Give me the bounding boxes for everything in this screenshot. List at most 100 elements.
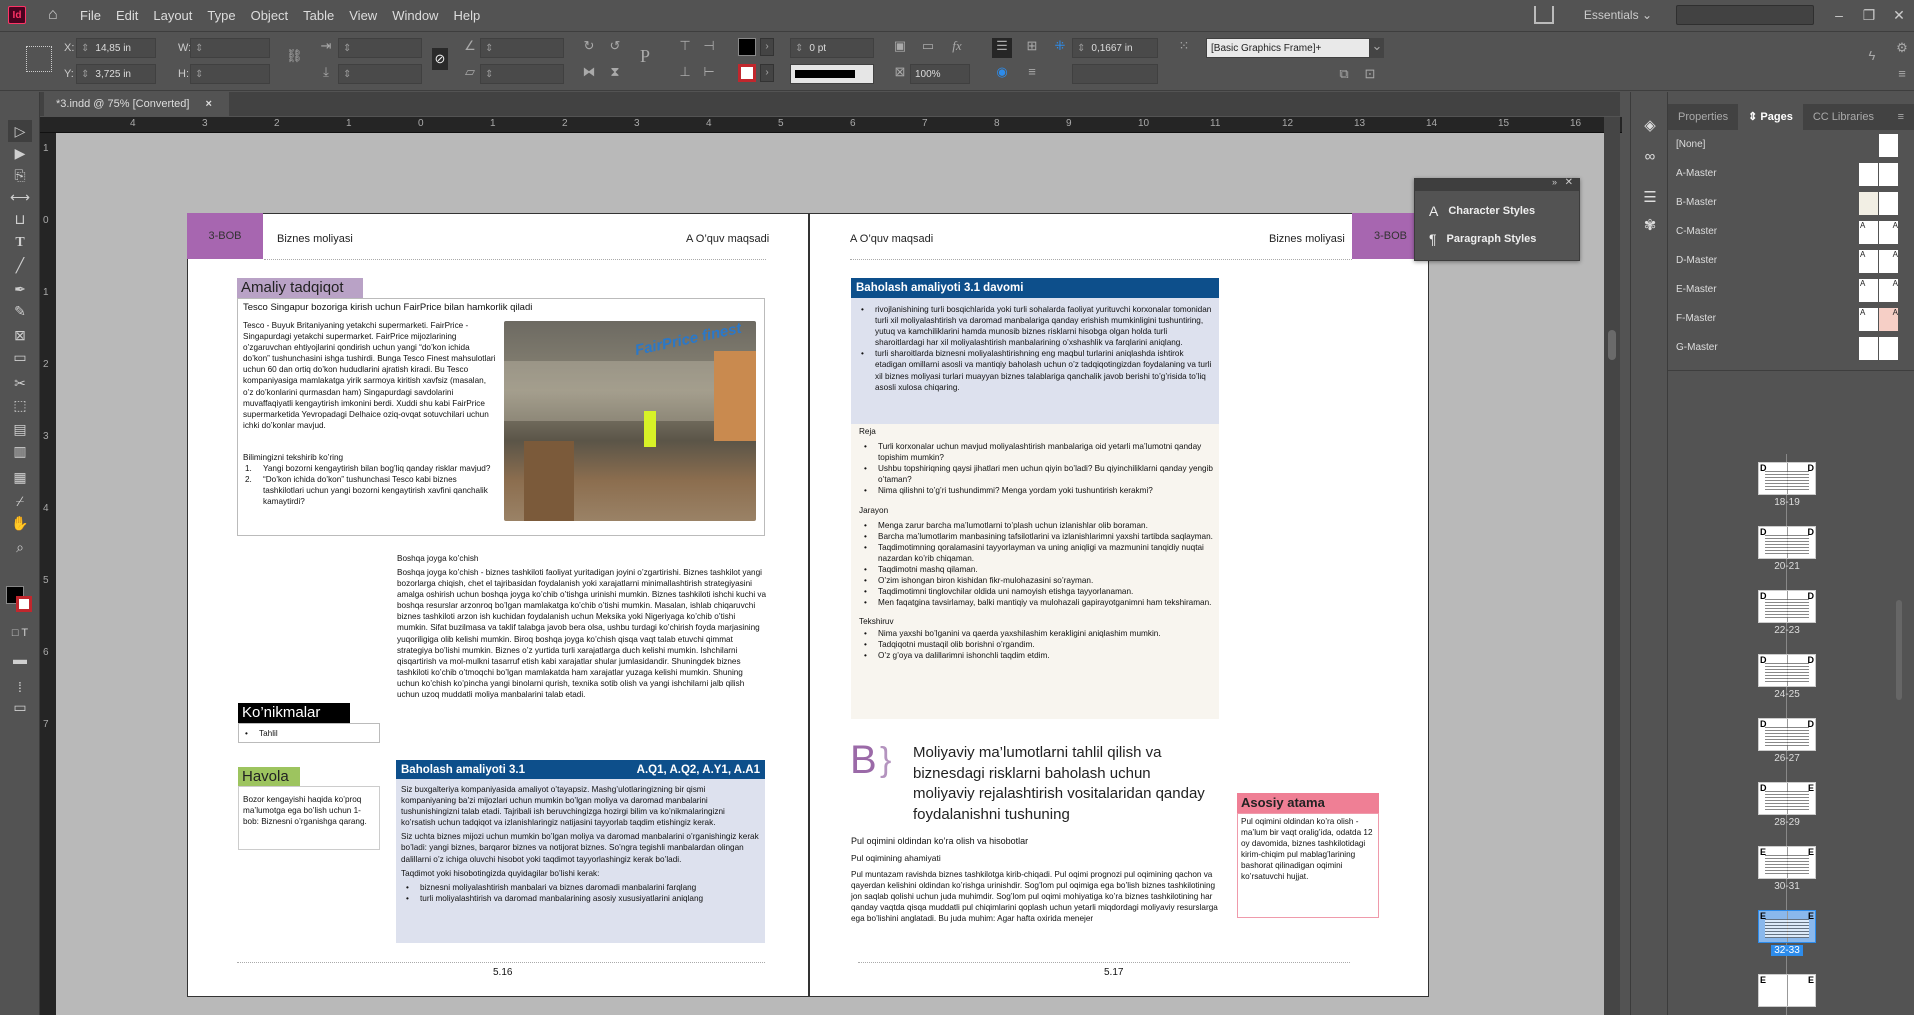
menu-window[interactable]: Window [392,8,438,23]
rectangle-frame-tool-icon[interactable]: ⊠ [8,324,32,346]
spread-label[interactable]: 30-31 [1758,881,1816,892]
selection-tool-icon[interactable]: ▷ [8,120,32,142]
drop-shadow-icon[interactable]: ▣ [892,38,908,54]
master-thumb[interactable] [1879,134,1898,157]
close-window-button[interactable]: ✕ [1884,7,1914,24]
styles-floating-panel[interactable]: » ✕ A Character Styles ¶ Paragraph Styles [1414,177,1580,261]
select-next-icon[interactable]: ⊢ [700,64,718,80]
spread-label[interactable]: 32-33 [1758,945,1816,956]
rotate-cw-icon[interactable]: ↻ [580,38,598,54]
master-thumb[interactable]: A [1879,279,1898,302]
master-thumb[interactable]: A [1859,308,1878,331]
shear-field[interactable]: ⇕ [480,64,564,84]
formatting-affects-icon[interactable]: □ T [8,622,32,644]
stroke-swatch[interactable] [738,64,756,82]
select-container-icon[interactable]: ⊤ [676,38,694,54]
rotate-ccw-icon[interactable]: ↺ [606,38,624,54]
spread-label[interactable]: 22-23 [1758,625,1816,636]
stroke-weight-field[interactable]: ⇕ 0 pt [790,38,874,58]
panel-menu-icon[interactable]: ≡ [1894,66,1910,81]
flip-horizontal-icon[interactable]: ⧓ [580,64,598,80]
menu-layout[interactable]: Layout [153,8,192,23]
swatches-icon[interactable]: ✾ [1639,216,1661,238]
canvas-scroll-thumb[interactable] [1608,330,1616,360]
minimize-button[interactable]: – [1824,7,1854,23]
spread-thumbnail[interactable]: DD [1758,718,1816,751]
spread-thumbnail[interactable]: DD [1758,590,1816,623]
select-previous-icon[interactable]: ⊣ [700,38,718,54]
hand-tool-icon[interactable]: ✋ [8,512,32,534]
master-d[interactable]: D-Master [1676,255,1717,266]
master-thumb[interactable]: A [1859,250,1878,273]
w-field[interactable]: ⇕ [190,38,270,58]
collapse-icon[interactable]: » [1552,177,1557,187]
master-thumb[interactable]: A [1879,308,1898,331]
menu-file[interactable]: File [80,8,101,23]
scissors-tool-icon[interactable]: ✂ [8,372,32,394]
effects-fx-icon[interactable]: fx [948,38,966,54]
menu-object[interactable]: Object [251,8,289,23]
spread-label[interactable]: 18-19 [1758,497,1816,508]
view-options-icon[interactable]: ⁞ [8,676,32,698]
close-panel-icon[interactable]: ✕ [1565,177,1573,188]
master-thumb[interactable]: A [1879,221,1898,244]
free-transform-tool-icon[interactable]: ⬚ [8,394,32,416]
line-tool-icon[interactable]: ╱ [8,254,32,276]
tab-properties[interactable]: Properties [1668,104,1738,130]
spread-label[interactable]: 24-25 [1758,689,1816,700]
stroke-color-swatch[interactable] [16,596,32,612]
secondary-field[interactable] [1072,64,1158,84]
pencil-tool-icon[interactable]: ✎ [8,300,32,322]
inset-field[interactable]: ⇕ 0,1667 in [1072,38,1158,58]
paragraph-styles-item[interactable]: ¶ Paragraph Styles [1429,231,1536,247]
opacity-field[interactable]: 100% [910,64,970,84]
close-tab-icon[interactable]: × [205,98,211,110]
text-wrap-bounding-icon[interactable]: ⊞ [1022,38,1042,54]
note-tool-icon[interactable]: ▦ [8,466,32,488]
menu-table[interactable]: Table [303,8,334,23]
content-collector-icon[interactable]: ⊔ [8,208,32,230]
spread-thumbnail[interactable]: EE [1758,846,1816,879]
text-wrap-jump-icon[interactable]: ≡ [1022,64,1042,79]
y-field[interactable]: ⇕ 3,725 in [76,64,156,84]
flip-vertical-icon[interactable]: ⧗ [606,64,624,80]
master-none[interactable]: [None] [1676,139,1705,150]
master-c[interactable]: C-Master [1676,226,1717,237]
master-b[interactable]: B-Master [1676,197,1717,208]
rectangle-tool-icon[interactable]: ▭ [8,346,32,368]
character-styles-item[interactable]: A Character Styles [1429,203,1535,219]
restore-button[interactable]: ❐ [1854,7,1884,24]
vertical-ruler[interactable]: 1 0 1 2 3 4 5 6 7 [40,133,56,1015]
constrain-proportions-icon[interactable]: ⛓ [286,48,303,64]
scale-x-field[interactable]: ⇕ [338,38,422,58]
gradient-swatch-tool-icon[interactable]: ▤ [8,418,32,440]
master-thumb[interactable] [1859,337,1878,360]
text-wrap-shape-icon[interactable]: ◉ [992,64,1012,80]
master-thumb[interactable]: A [1859,279,1878,302]
workspace-switcher[interactable]: Essentials ⌄ [1584,8,1652,22]
pages-scroll-thumb[interactable] [1896,600,1902,700]
spread-thumbnail[interactable]: DD [1758,462,1816,495]
gradient-feather-tool-icon[interactable]: ▥ [8,440,32,462]
rotation-field[interactable]: ⇕ [480,38,564,58]
text-wrap-none-icon[interactable]: ☰ [992,38,1012,58]
master-e[interactable]: E-Master [1676,284,1717,295]
clear-style-icon[interactable]: ⊡ [1362,66,1378,82]
master-thumb[interactable] [1879,192,1898,215]
clear-overrides-icon[interactable]: ⧉ [1336,66,1352,82]
spread-thumbnail[interactable]: DE [1758,782,1816,815]
reference-point-icon[interactable] [26,46,52,72]
frame-fit-icon[interactable]: ▭ [920,38,936,54]
master-g[interactable]: G-Master [1676,342,1718,353]
stroke-type-select[interactable] [790,64,874,84]
horizontal-ruler[interactable]: 4 3 2 1 0 1 2 3 4 5 6 7 8 9 10 11 12 13 14 15 16 [40,117,1622,133]
eyedropper-tool-icon[interactable]: ⌿ [8,490,32,512]
document-tab[interactable]: *3.indd @ 75% [Converted] × [44,92,229,116]
master-thumb[interactable] [1879,163,1898,186]
menu-edit[interactable]: Edit [116,8,138,23]
spread-label[interactable]: 28-29 [1758,817,1816,828]
spread-thumbnail[interactable]: DD [1758,654,1816,687]
gap-tool-icon[interactable]: ⟷ [8,186,32,208]
menu-type[interactable]: Type [207,8,235,23]
screen-mode-icon[interactable]: ▬ [8,648,32,670]
